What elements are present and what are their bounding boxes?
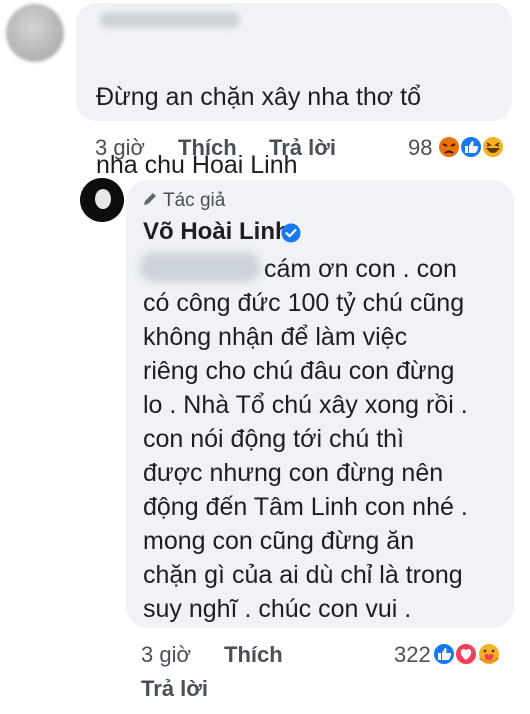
comment-timestamp[interactable]: 3 giờ [95, 135, 145, 161]
reply-text-line: con nói động tới chú thì [143, 425, 405, 453]
reply-text-line: lo . Nhà Tổ chú xây xong rồi . [143, 391, 468, 419]
reply-text-line: cám ơn con . con [264, 255, 457, 283]
blurred-mention[interactable] [140, 252, 260, 282]
reaction-count[interactable]: 98 [408, 135, 432, 161]
reply-text-line: mong con cũng đừng ăn [143, 527, 415, 555]
reply-text-line: có công đức 100 tỷ chú cũng [143, 289, 465, 317]
like-link[interactable]: Thích [178, 135, 237, 161]
pencil-icon [143, 190, 157, 212]
reply-text-line: động đến Tâm Linh con nhé . [143, 493, 468, 521]
blurred-commenter-name [100, 12, 240, 28]
like-icon [432, 642, 456, 666]
care-icon [477, 642, 501, 666]
author-badge-label: Tác giả [163, 190, 226, 211]
reply-timestamp[interactable]: 3 giờ [141, 642, 191, 668]
verified-badge-icon [281, 223, 301, 243]
reaction-icons[interactable] [437, 133, 517, 161]
reaction-icons[interactable] [432, 640, 514, 668]
reply-text-line: không nhận để làm việc [143, 323, 408, 351]
reply-link[interactable]: Trả lời [141, 676, 208, 702]
like-icon [459, 135, 483, 159]
author-avatar[interactable] [80, 178, 124, 222]
reply-text-line: được nhưng con đừng nên [143, 459, 444, 487]
author-photo [80, 178, 124, 222]
reply-link[interactable]: Trả lời [269, 135, 336, 161]
comment-text-line: Đừng an chặn xây nha thơ tổ [96, 83, 421, 111]
love-icon [454, 642, 478, 666]
reply-text-line: riêng cho chú đâu con đừng [143, 357, 455, 385]
reaction-count[interactable]: 322 [394, 642, 431, 668]
angry-icon [437, 135, 461, 159]
reply-text-line: suy nghĩ . chúc con vui . [143, 595, 412, 623]
author-badge: Tác giả [143, 190, 225, 212]
like-link[interactable]: Thích [224, 642, 283, 668]
haha-icon [481, 135, 505, 159]
avatar[interactable] [6, 4, 64, 62]
author-name[interactable]: Võ Hoài Linh [143, 218, 290, 246]
reply-text-line: chặn gì của ai dù chỉ là trong [143, 561, 463, 589]
